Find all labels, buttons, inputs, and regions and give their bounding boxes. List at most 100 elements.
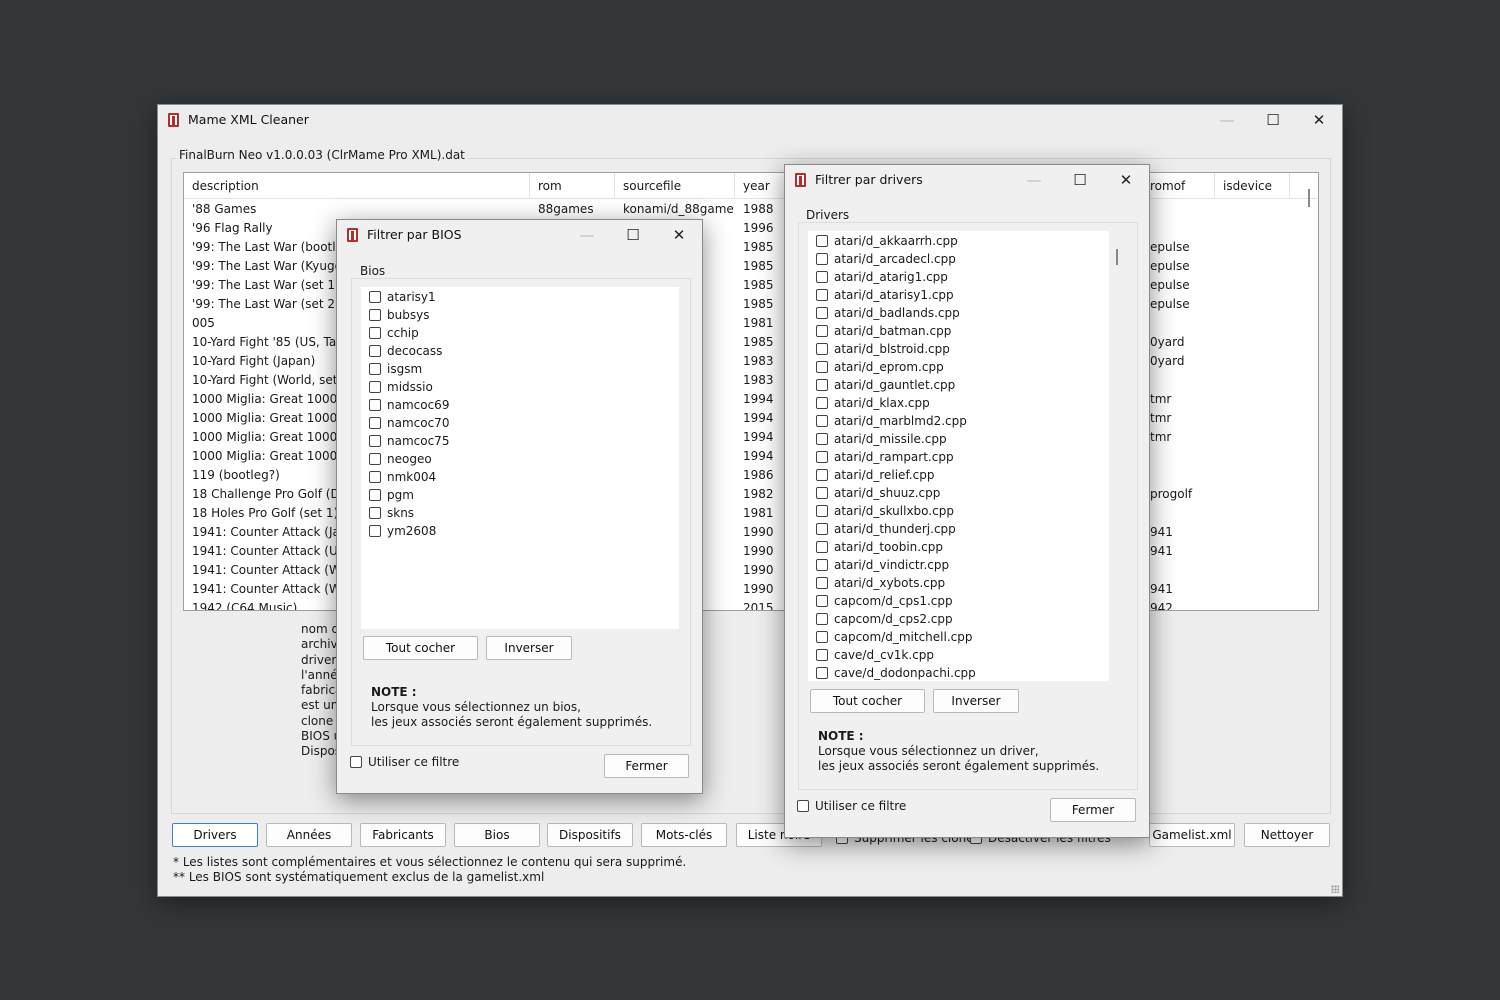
list-item[interactable]: bubsys: [361, 306, 679, 324]
minimize-icon[interactable]: —: [1204, 105, 1250, 135]
checkbox-box[interactable]: [816, 469, 828, 481]
list-item[interactable]: atari/d_xybots.cpp: [808, 574, 1109, 592]
checkbox-box[interactable]: [369, 507, 381, 519]
annees-button[interactable]: Années: [266, 823, 352, 847]
maximize-icon[interactable]: ☐: [1250, 105, 1296, 135]
checkbox-box[interactable]: [816, 487, 828, 499]
checkbox-box[interactable]: [816, 343, 828, 355]
bios-use-filter-checkbox[interactable]: Utiliser ce filtre: [350, 755, 459, 769]
list-item[interactable]: atari/d_missile.cpp: [808, 430, 1109, 448]
minimize-icon[interactable]: —: [564, 220, 610, 250]
list-item[interactable]: atarisy1: [361, 288, 679, 306]
list-item[interactable]: atari/d_batman.cpp: [808, 322, 1109, 340]
minimize-icon[interactable]: —: [1011, 165, 1057, 195]
checkbox-box[interactable]: [816, 235, 828, 247]
list-item[interactable]: capcom/d_mitchell.cpp: [808, 628, 1109, 646]
checkbox-box[interactable]: [816, 559, 828, 571]
maximize-icon[interactable]: ☐: [610, 220, 656, 250]
list-item[interactable]: capcom/d_cps1.cpp: [808, 592, 1109, 610]
drivers-use-filter-checkbox[interactable]: Utiliser ce filtre: [797, 799, 906, 813]
col-header-description[interactable]: description: [184, 173, 530, 199]
fabricants-button[interactable]: Fabricants: [360, 823, 446, 847]
maximize-icon[interactable]: ☐: [1057, 165, 1103, 195]
gamelist-button[interactable]: Gamelist.xml: [1149, 823, 1235, 847]
list-item[interactable]: atari/d_atarig1.cpp: [808, 268, 1109, 286]
checkbox-box[interactable]: [816, 631, 828, 643]
list-item[interactable]: cchip: [361, 324, 679, 342]
checkbox-box[interactable]: [816, 577, 828, 589]
list-item[interactable]: atari/d_marblmd2.cpp: [808, 412, 1109, 430]
list-item[interactable]: neogeo: [361, 450, 679, 468]
close-icon[interactable]: ✕: [1103, 165, 1149, 195]
list-item[interactable]: skns: [361, 504, 679, 522]
checkbox-box[interactable]: [369, 327, 381, 339]
list-item[interactable]: decocass: [361, 342, 679, 360]
motscles-button[interactable]: Mots-clés: [641, 823, 727, 847]
list-item[interactable]: atari/d_blstroid.cpp: [808, 340, 1109, 358]
checkbox-box[interactable]: [816, 325, 828, 337]
list-item[interactable]: atari/d_skullxbo.cpp: [808, 502, 1109, 520]
list-item[interactable]: namcoc75: [361, 432, 679, 450]
checkbox-box[interactable]: [369, 381, 381, 393]
list-item[interactable]: atari/d_vindictr.cpp: [808, 556, 1109, 574]
bios-checklist[interactable]: atarisy1 bubsys cchip decocass isgsm midssio n…: [361, 287, 679, 629]
list-item[interactable]: atari/d_klax.cpp: [808, 394, 1109, 412]
list-item[interactable]: midssio: [361, 378, 679, 396]
list-item[interactable]: nmk004: [361, 468, 679, 486]
nettoyer-button[interactable]: Nettoyer: [1244, 823, 1330, 847]
list-item[interactable]: namcoc69: [361, 396, 679, 414]
checkbox-box[interactable]: [816, 271, 828, 283]
checkbox-box[interactable]: [369, 435, 381, 447]
bios-button[interactable]: Bios: [454, 823, 540, 847]
grid-scrollbar[interactable]: [1308, 189, 1310, 207]
close-icon[interactable]: ✕: [1296, 105, 1342, 135]
checkbox-box[interactable]: [369, 363, 381, 375]
checkbox-box[interactable]: [369, 345, 381, 357]
list-item[interactable]: atari/d_gauntlet.cpp: [808, 376, 1109, 394]
checkbox-box[interactable]: [816, 451, 828, 463]
list-item[interactable]: capcom/d_cps2.cpp: [808, 610, 1109, 628]
drivers-invert-button[interactable]: Inverser: [933, 689, 1019, 713]
list-item[interactable]: atari/d_akkaarrh.cpp: [808, 232, 1109, 250]
checkbox-box[interactable]: [816, 361, 828, 373]
drivers-dialog-titlebar[interactable]: Filtrer par drivers — ☐ ✕: [785, 165, 1149, 195]
checkbox-box[interactable]: [816, 307, 828, 319]
list-item[interactable]: atari/d_atarisy1.cpp: [808, 286, 1109, 304]
main-titlebar[interactable]: Mame XML Cleaner — ☐ ✕: [158, 105, 1342, 135]
list-item[interactable]: atari/d_toobin.cpp: [808, 538, 1109, 556]
checkbox-box[interactable]: [816, 613, 828, 625]
list-item[interactable]: atari/d_rampart.cpp: [808, 448, 1109, 466]
checkbox-box[interactable]: [816, 505, 828, 517]
list-item[interactable]: isgsm: [361, 360, 679, 378]
checkbox-box[interactable]: [816, 523, 828, 535]
drivers-scrollbar[interactable]: [1116, 249, 1118, 265]
checkbox-box[interactable]: [816, 397, 828, 409]
list-item[interactable]: cave/d_dodonpachi.cpp: [808, 664, 1109, 681]
drivers-check-all-button[interactable]: Tout cocher: [810, 689, 925, 713]
list-item[interactable]: cave/d_cv1k.cpp: [808, 646, 1109, 664]
list-item[interactable]: atari/d_thunderj.cpp: [808, 520, 1109, 538]
checkbox-box[interactable]: [369, 489, 381, 501]
checkbox-box[interactable]: [350, 756, 362, 768]
checkbox-box[interactable]: [369, 471, 381, 483]
col-header-sourcefile[interactable]: sourcefile: [615, 173, 735, 199]
drivers-checklist[interactable]: atari/d_akkaarrh.cpp atari/d_arcadecl.cpp…: [808, 231, 1109, 681]
checkbox-box[interactable]: [369, 453, 381, 465]
drivers-button[interactable]: Drivers: [172, 823, 258, 847]
list-item[interactable]: atari/d_arcadecl.cpp: [808, 250, 1109, 268]
drivers-close-button[interactable]: Fermer: [1050, 798, 1136, 822]
checkbox-box[interactable]: [369, 309, 381, 321]
col-header-isdevice[interactable]: isdevice: [1215, 173, 1290, 199]
bios-invert-button[interactable]: Inverser: [486, 636, 572, 660]
checkbox-box[interactable]: [369, 525, 381, 537]
checkbox-box[interactable]: [816, 649, 828, 661]
checkbox-box[interactable]: [816, 433, 828, 445]
bios-dialog-titlebar[interactable]: Filtrer par BIOS — ☐ ✕: [337, 220, 702, 250]
checkbox-box[interactable]: [816, 667, 828, 679]
checkbox-box[interactable]: [369, 291, 381, 303]
dispositifs-button[interactable]: Dispositifs: [547, 823, 633, 847]
col-header-romof[interactable]: romof: [1142, 173, 1215, 199]
list-item[interactable]: atari/d_eprom.cpp: [808, 358, 1109, 376]
list-item[interactable]: atari/d_badlands.cpp: [808, 304, 1109, 322]
checkbox-box[interactable]: [816, 253, 828, 265]
